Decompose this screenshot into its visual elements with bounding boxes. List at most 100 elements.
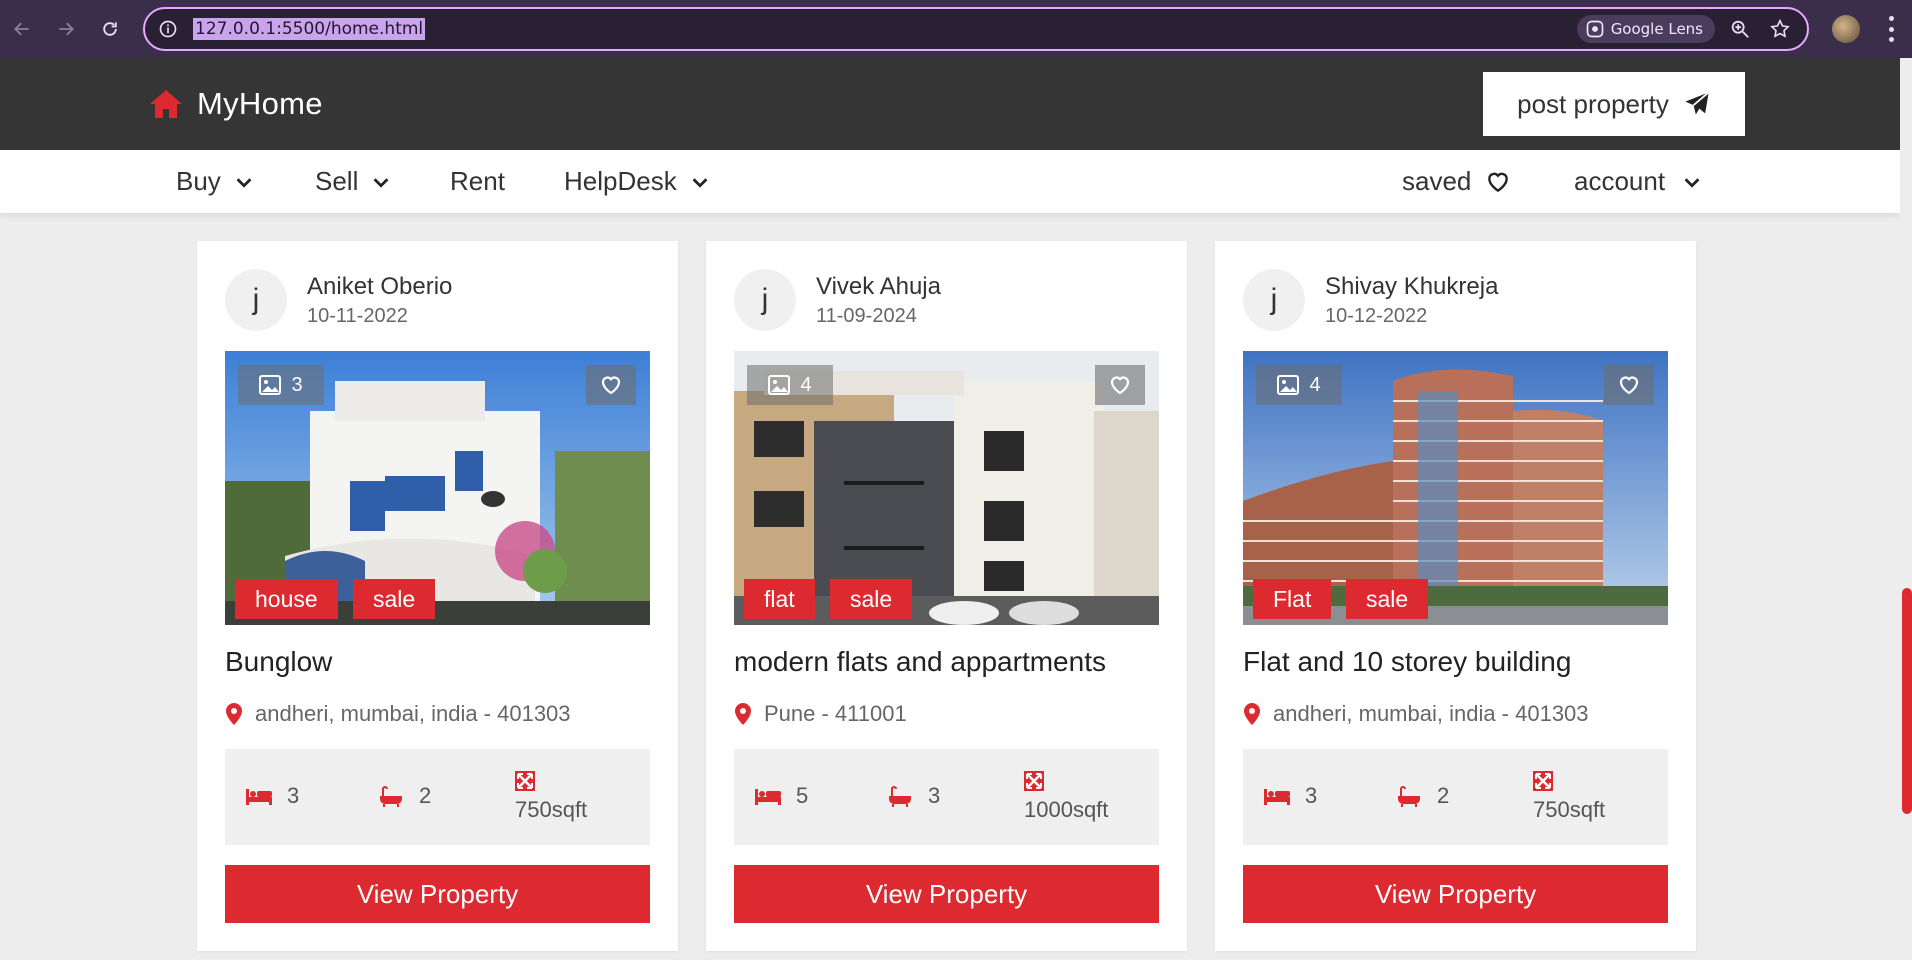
card-header: j Shivay Khukreja 10-12-2022	[1243, 269, 1498, 331]
image-count: 4	[800, 373, 812, 396]
nav-rent[interactable]: Rent	[450, 166, 505, 197]
property-address: Pune - 411001	[734, 701, 907, 727]
reload-button[interactable]	[88, 7, 132, 51]
post-date: 11-09-2024	[816, 304, 917, 327]
heart-icon	[601, 376, 621, 395]
bedrooms: 5	[754, 783, 808, 809]
property-photo[interactable]: 4 flat sale	[734, 351, 1159, 625]
reload-icon	[103, 22, 117, 36]
property-type-tag: flat	[744, 579, 815, 619]
browser-toolbar: 127.0.0.1:5500/home.html Google Lens	[0, 0, 1912, 58]
area-icon	[515, 771, 535, 791]
bath-icon	[380, 786, 402, 807]
area-icon	[1533, 771, 1553, 791]
back-button[interactable]	[0, 7, 44, 51]
main-nav: Buy Sell Rent HelpDesk saved account	[0, 150, 1900, 213]
lens-icon	[1586, 20, 1604, 38]
bedroom-count: 3	[287, 783, 300, 808]
chevron-down-icon	[236, 177, 252, 188]
url-text[interactable]: 127.0.0.1:5500/home.html	[193, 18, 426, 40]
owner-avatar: j	[734, 269, 796, 331]
property-features: 3 2 750sqft	[1243, 749, 1668, 845]
nav-buy-label: Buy	[176, 166, 221, 196]
view-property-button[interactable]: View Property	[734, 865, 1159, 923]
forward-button[interactable]	[44, 7, 88, 51]
property-title: Bunglow	[225, 646, 333, 677]
post-property-button[interactable]: post property	[1483, 72, 1745, 136]
nav-rent-label: Rent	[450, 166, 505, 196]
image-icon	[259, 375, 282, 395]
google-lens-button[interactable]: Google Lens	[1576, 15, 1715, 43]
post-date: 10-11-2022	[307, 304, 408, 327]
area-value: 750sqft	[1533, 797, 1606, 822]
brand-name: MyHome	[197, 86, 323, 121]
paper-plane-icon	[1685, 91, 1710, 115]
property-features: 5 3 1000sqft	[734, 749, 1159, 845]
site-info-icon[interactable]	[157, 18, 179, 40]
bed-icon	[755, 789, 781, 805]
profile-avatar[interactable]	[1832, 15, 1860, 43]
property-type-tag: house	[235, 579, 338, 619]
property-type-tag: Flat	[1253, 579, 1332, 619]
image-count: 3	[291, 373, 303, 396]
map-pin-icon	[226, 703, 242, 725]
property-card: j Shivay Khukreja 10-12-2022 4 Flat sale…	[1215, 241, 1696, 951]
nav-helpdesk[interactable]: HelpDesk	[564, 166, 711, 197]
property-title: Flat and 10 storey building	[1243, 646, 1572, 677]
chevron-down-icon	[692, 177, 708, 188]
home-icon	[150, 90, 182, 118]
brand-logo[interactable]: MyHome	[148, 86, 323, 122]
image-icon	[1277, 375, 1300, 395]
view-property-button[interactable]: View Property	[1243, 865, 1668, 923]
heart-icon	[1488, 172, 1509, 192]
bath-icon	[889, 786, 911, 807]
address-text: Pune - 411001	[764, 701, 907, 726]
owner-avatar: j	[225, 269, 287, 331]
arrow-left-icon	[14, 22, 29, 36]
favorite-button[interactable]	[1604, 365, 1654, 405]
property-features: 3 2 750sqft	[225, 749, 650, 845]
area-value: 750sqft	[515, 797, 588, 822]
owner-name: Shivay Khukreja	[1325, 272, 1499, 300]
property-photo[interactable]: 3 house sale	[225, 351, 650, 625]
bookmark-star-icon[interactable]	[1769, 18, 1791, 40]
map-pin-icon	[735, 703, 751, 725]
nav-saved-label: saved	[1402, 166, 1472, 196]
view-property-button[interactable]: View Property	[225, 865, 650, 923]
zoom-icon[interactable]	[1729, 18, 1751, 40]
post-date: 10-12-2022	[1325, 304, 1428, 327]
heart-icon	[1110, 376, 1130, 395]
listing-type-tag: sale	[830, 579, 913, 619]
owner-name: Aniket Oberio	[307, 272, 453, 300]
nav-saved[interactable]: saved	[1402, 166, 1511, 197]
area-value: 1000sqft	[1024, 797, 1109, 822]
browser-menu-icon[interactable]	[1886, 16, 1896, 42]
area-icon	[1024, 771, 1044, 791]
bed-icon	[246, 789, 272, 805]
bathroom-count: 2	[419, 783, 432, 808]
address-bar[interactable]: 127.0.0.1:5500/home.html Google Lens	[143, 7, 1809, 51]
address-text: andheri, mumbai, india - 401303	[1273, 701, 1589, 726]
image-count-badge: 4	[1256, 365, 1342, 405]
nav-account[interactable]: account	[1574, 166, 1703, 197]
nav-buy[interactable]: Buy	[176, 166, 255, 197]
chevron-down-icon	[373, 177, 389, 188]
heart-icon	[1619, 376, 1639, 395]
bedroom-count: 5	[796, 783, 809, 808]
favorite-button[interactable]	[586, 365, 636, 405]
card-header: j Vivek Ahuja 11-09-2024	[734, 269, 941, 331]
property-title: modern flats and appartments	[734, 646, 1106, 677]
bedrooms: 3	[1263, 783, 1317, 809]
nav-sell[interactable]: Sell	[315, 166, 392, 197]
scrollbar-thumb[interactable]	[1902, 588, 1912, 814]
image-icon	[768, 375, 791, 395]
favorite-button[interactable]	[1095, 365, 1145, 405]
post-property-label: post property	[1517, 88, 1669, 119]
bedroom-count: 3	[1305, 783, 1318, 808]
card-header: j Aniket Oberio 10-11-2022	[225, 269, 452, 331]
property-photo[interactable]: 4 Flat sale	[1243, 351, 1668, 625]
lens-label: Google Lens	[1610, 20, 1703, 38]
bathrooms: 3	[886, 783, 940, 809]
owner-avatar: j	[1243, 269, 1305, 331]
page-scrollbar[interactable]	[1900, 58, 1912, 960]
